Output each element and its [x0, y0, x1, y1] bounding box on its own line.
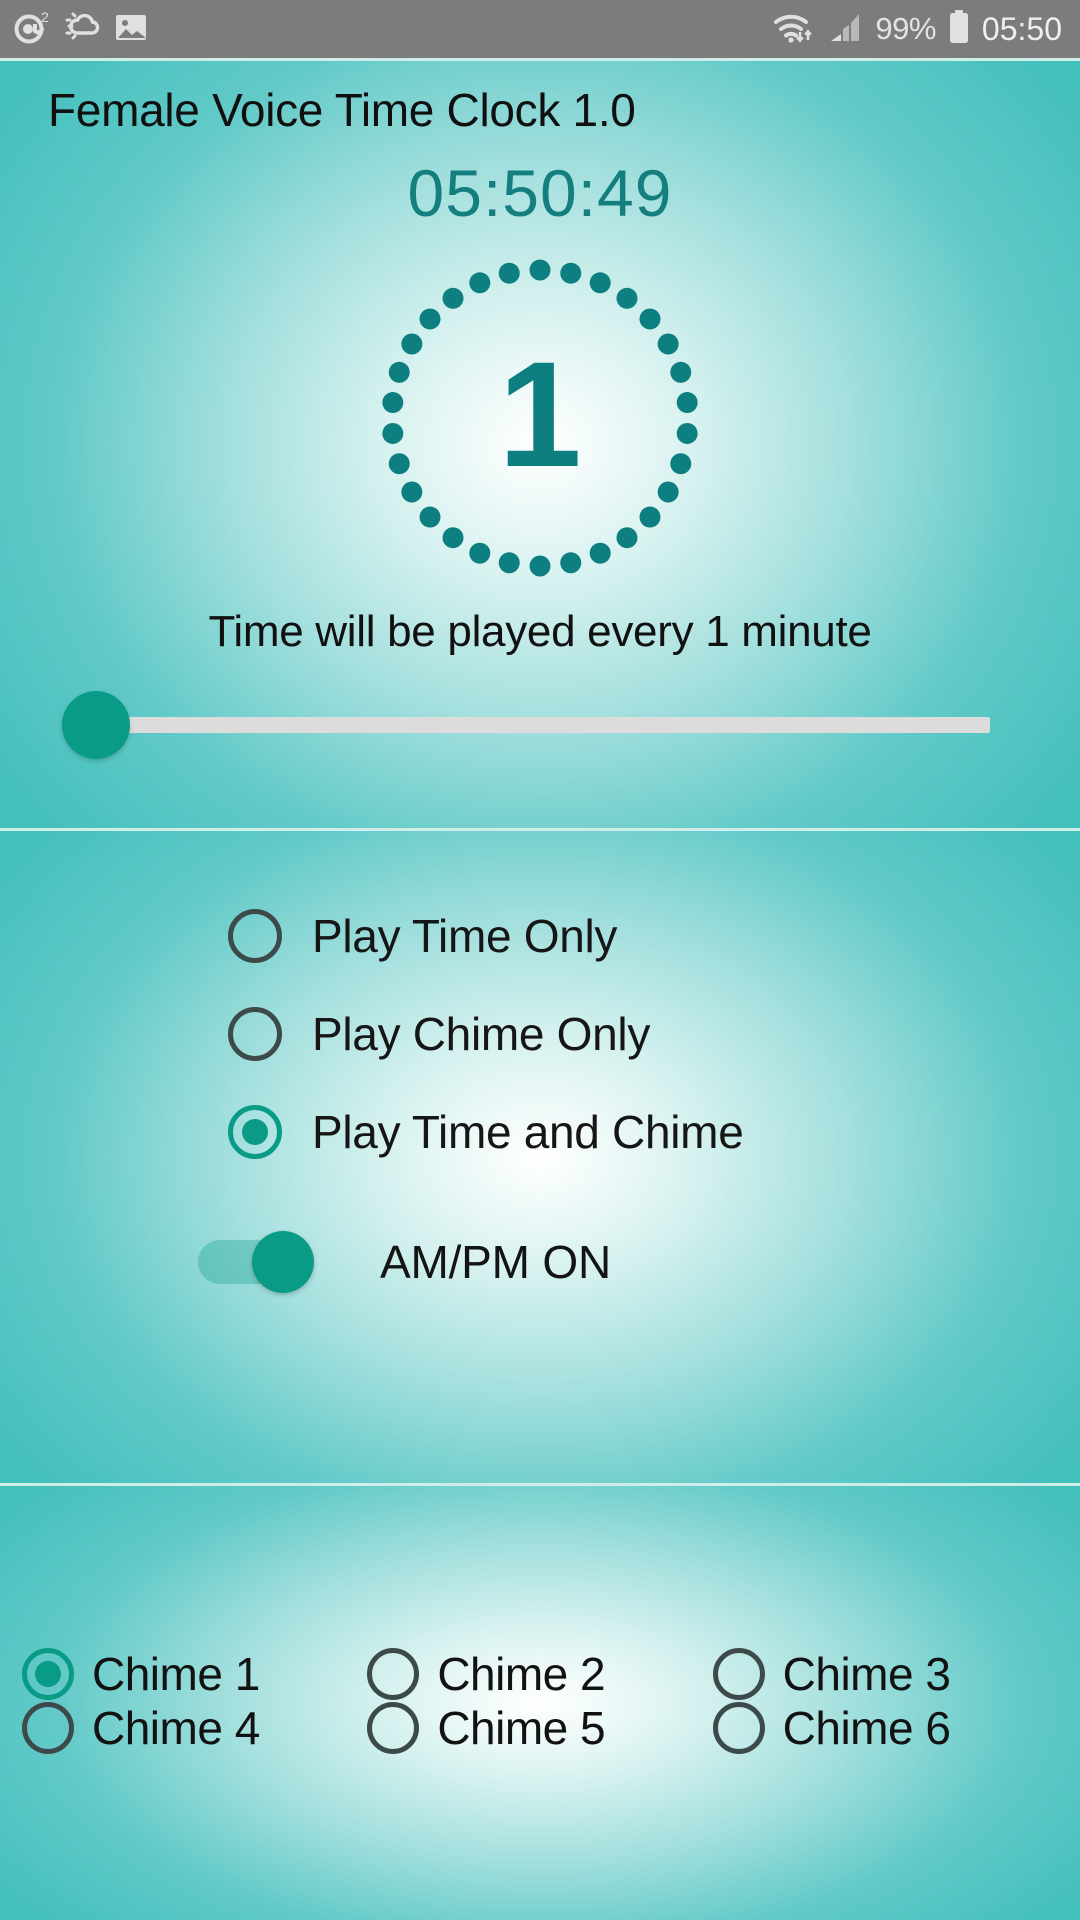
interval-dial[interactable]: 1 — [375, 253, 705, 583]
chime-option-5[interactable]: Chime 5 — [367, 1701, 712, 1755]
chime-radio-group: Chime 1 Chime 2 Chime 3 Chime 4 Chime 5 … — [0, 1486, 1080, 1920]
interval-slider[interactable] — [0, 675, 1080, 775]
radio-icon-chime-3[interactable] — [712, 1648, 765, 1700]
radio-label-chime-3: Chime 3 — [782, 1648, 951, 1700]
battery-icon — [948, 9, 970, 49]
chime-option-2[interactable]: Chime 2 — [367, 1647, 712, 1701]
status-bar-clock: 05:50 — [981, 10, 1062, 47]
status-bar: 2 99% 05:50 — [0, 0, 1080, 58]
chime-option-4[interactable]: Chime 4 — [22, 1701, 367, 1755]
interval-value: 1 — [498, 330, 582, 498]
chime-option-1[interactable]: Chime 1 — [22, 1647, 367, 1701]
status-bar-notification-icons: 2 — [14, 9, 148, 49]
svg-text:2: 2 — [41, 10, 49, 25]
radio-row-play-time-only[interactable]: Play Time Only — [0, 909, 1080, 963]
radio-label-chime-5: Chime 5 — [437, 1702, 606, 1754]
gallery-icon — [114, 12, 148, 47]
radio-row-play-time-and-chime[interactable]: Play Time and Chime — [0, 1105, 1080, 1159]
wifi-icon — [771, 9, 817, 50]
radio-label-chime-1: Chime 1 — [92, 1648, 260, 1700]
radio-icon-chime-2[interactable] — [367, 1648, 420, 1700]
chime-option-3[interactable]: Chime 3 — [712, 1647, 1058, 1701]
radio-row-play-chime-only[interactable]: Play Chime Only — [0, 1007, 1080, 1061]
radio-icon-play-chime-only[interactable] — [228, 1007, 282, 1061]
chime-option-6[interactable]: Chime 6 — [712, 1701, 1058, 1755]
email-icon: 2 — [14, 9, 50, 49]
ampm-toggle-label: AM/PM ON — [380, 1236, 611, 1288]
chime-selection-card: Chime 1 Chime 2 Chime 3 Chime 4 Chime 5 … — [0, 1483, 1080, 1920]
radio-icon-chime-5[interactable] — [367, 1702, 420, 1754]
radio-label-play-time-only: Play Time Only — [312, 910, 618, 962]
ampm-toggle-row[interactable]: AM/PM ON — [0, 1231, 1080, 1293]
slider-thumb[interactable] — [62, 691, 130, 759]
app-window: 2 99% 05:50 Female Voice Time Clock 1.0 … — [0, 0, 1080, 1920]
page-title: Female Voice Time Clock 1.0 — [48, 84, 636, 136]
radio-icon-play-time-and-chime[interactable] — [228, 1105, 282, 1159]
slider-track[interactable] — [116, 717, 990, 733]
radio-label-play-time-and-chime: Play Time and Chime — [312, 1106, 744, 1158]
radio-label-chime-2: Chime 2 — [437, 1648, 606, 1700]
toggle-knob — [252, 1231, 314, 1293]
battery-percent-label: 99% — [875, 11, 936, 46]
current-time-display: 05:50:49 — [407, 156, 673, 230]
radio-icon-chime-4[interactable] — [22, 1702, 74, 1754]
playback-mode-radio-group: Play Time Only Play Chime Only Play Time… — [0, 831, 1080, 1159]
status-bar-system-icons: 99% 05:50 — [771, 9, 1062, 50]
radio-label-chime-4: Chime 4 — [92, 1702, 260, 1754]
playback-mode-card: Play Time Only Play Chime Only Play Time… — [0, 828, 1080, 1483]
radio-icon-chime-1[interactable] — [22, 1648, 74, 1700]
radio-icon-chime-6[interactable] — [712, 1702, 765, 1754]
cellular-signal-icon — [829, 11, 863, 48]
weather-icon — [64, 11, 100, 48]
clock-card: Female Voice Time Clock 1.0 05:50:49 1 T… — [0, 58, 1080, 828]
radio-label-chime-6: Chime 6 — [782, 1702, 951, 1754]
interval-description: Time will be played every 1 minute — [208, 607, 872, 656]
ampm-toggle-switch[interactable] — [198, 1231, 314, 1293]
radio-icon-play-time-only[interactable] — [228, 909, 282, 963]
radio-label-play-chime-only: Play Chime Only — [312, 1008, 651, 1060]
